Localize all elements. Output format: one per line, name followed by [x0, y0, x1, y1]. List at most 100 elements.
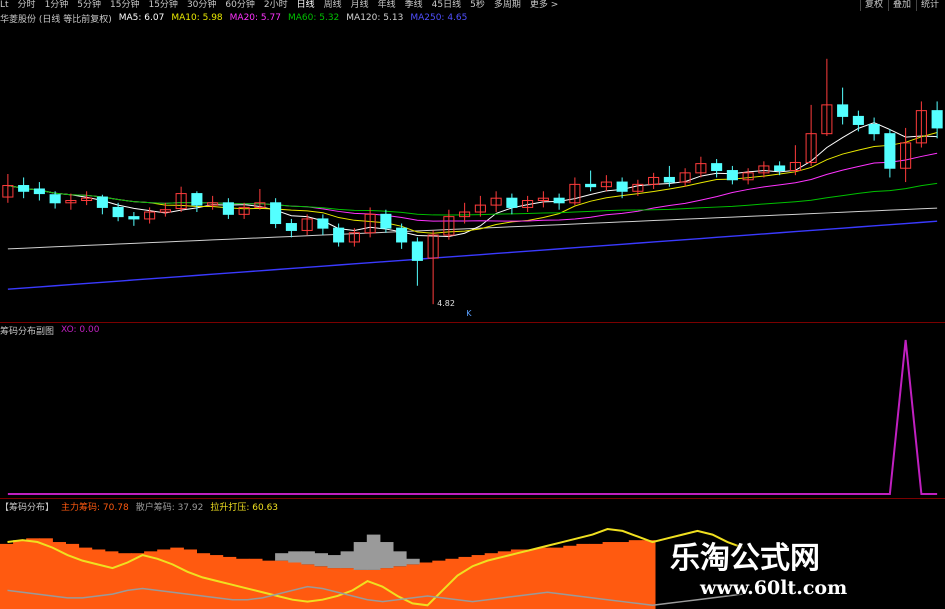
retail-chip-bar — [288, 551, 302, 563]
candle-body — [837, 104, 849, 117]
candlestick-chart[interactable]: 4.82 K — [0, 24, 945, 322]
watermark-url: www.60lt.com — [700, 577, 848, 599]
pane2-legend: 筹码分布副图 XO: 0.00 — [0, 324, 106, 337]
tab-2[interactable]: 1分钟 — [45, 0, 69, 11]
main-chip-bar — [576, 543, 590, 609]
tab-13[interactable]: 季线 — [405, 0, 423, 11]
ma250-label: MA250: 4.65 — [410, 13, 468, 23]
tab-15[interactable]: 5秒 — [470, 0, 485, 11]
main-chip-bar — [183, 549, 197, 609]
main-chip-bar — [550, 547, 564, 609]
tab-6[interactable]: 30分钟 — [187, 0, 216, 11]
main-chip-bar — [13, 540, 27, 609]
candle-body — [774, 165, 786, 172]
main-chip-bar — [445, 558, 459, 609]
xo-label: XO: 0.00 — [61, 325, 100, 335]
candle-body — [553, 197, 565, 204]
stats-button[interactable]: 统计 — [916, 0, 943, 11]
main-chip-bar — [78, 547, 93, 609]
main-chip-bar — [91, 549, 106, 609]
xo-line — [7, 339, 938, 495]
retail-chip-bar — [406, 558, 420, 565]
candle-body — [49, 194, 61, 204]
breakout-label: 拉升打压: 60.63 — [210, 502, 279, 513]
candle-body — [270, 202, 282, 225]
main-chip-bar — [262, 560, 276, 609]
retail-chip-bar — [301, 551, 315, 565]
main-chip-bar — [641, 540, 656, 609]
tab-5[interactable]: 15分钟 — [148, 0, 177, 11]
main-chip-label: 主力筹码: 70.78 — [61, 502, 129, 513]
main-chip-bar — [248, 558, 263, 609]
main-chip-bar — [235, 558, 250, 609]
ma10-line — [7, 132, 938, 234]
main-chip-bar — [104, 551, 119, 609]
tab-1[interactable]: 分时 — [18, 0, 36, 11]
main-chip-bar — [196, 553, 211, 609]
main-chip-bar — [39, 538, 53, 609]
main-chip-bar — [432, 560, 446, 609]
tab-7[interactable]: 60分钟 — [225, 0, 254, 11]
tab-12[interactable]: 年线 — [378, 0, 396, 11]
candle-body — [506, 197, 518, 208]
candle-body — [868, 123, 880, 135]
candle-body — [884, 133, 896, 169]
ma20-label: MA20: 5.77 — [229, 13, 281, 23]
tab-4[interactable]: 15分钟 — [110, 0, 139, 11]
tab-8[interactable]: 2小时 — [264, 0, 288, 11]
retail-chip-bar — [393, 551, 407, 567]
main-chip-bar — [170, 547, 184, 609]
ma60-label: MA60: 5.32 — [287, 13, 340, 23]
xo-indicator-chart[interactable] — [0, 336, 945, 498]
watermark-title: 乐淘公式网 — [670, 541, 820, 576]
candle-body — [726, 170, 738, 181]
candle-body — [663, 176, 675, 183]
low-price-label: 4.82 — [437, 299, 455, 308]
retail-chip-bar — [327, 555, 342, 569]
main-chip-bar — [393, 566, 407, 609]
main-chip-bar — [52, 542, 66, 609]
candle-body — [191, 193, 203, 206]
candle-body — [411, 241, 423, 261]
candle-body — [112, 206, 124, 218]
overlay-button[interactable]: 叠加 — [888, 0, 915, 11]
main-chip-bar — [327, 568, 342, 609]
tab-17[interactable]: 更多 > — [530, 0, 558, 11]
ma5-label: MA5: 6.07 — [118, 13, 165, 23]
main-chip-bar — [65, 543, 80, 609]
retail-chip-label: 散户筹码: 37.92 — [135, 502, 204, 513]
candle-body — [128, 216, 140, 220]
tab-11[interactable]: 月线 — [351, 0, 369, 11]
candle-body — [222, 202, 234, 215]
tab-16[interactable]: 多周期 — [494, 0, 521, 11]
retail-chip-bar — [340, 551, 355, 569]
retail-chip-bar — [314, 553, 328, 567]
tab-10[interactable]: 周线 — [324, 0, 342, 11]
main-chip-bar — [340, 568, 355, 609]
candle-body — [333, 227, 345, 243]
main-chip-bar — [615, 542, 630, 609]
tab-9[interactable]: 日线 — [297, 0, 315, 11]
ma20-line — [7, 152, 938, 222]
ma250-line — [7, 220, 938, 290]
main-chip-bar — [26, 538, 40, 609]
main-chip-bar — [131, 553, 145, 609]
tab-3[interactable]: 5分钟 — [77, 0, 101, 11]
main-chip-bar — [288, 562, 302, 609]
candle-body — [96, 196, 108, 208]
main-chip-bar — [524, 549, 538, 609]
fuquan-button[interactable]: 复权 — [860, 0, 887, 11]
period-toolbar: Lt 分时 1分钟 5分钟 15分钟 15分钟 30分钟 60分钟 2小时 日线 周线 月线 年线 季线 4… — [0, 0, 945, 11]
main-chip-bar — [497, 551, 512, 609]
pane3-title: 【筹码分布】 — [0, 502, 55, 513]
candle-body — [585, 183, 597, 188]
tab-14[interactable]: 45日线 — [432, 0, 461, 11]
ma120-line — [7, 207, 938, 250]
pane-divider — [0, 322, 945, 323]
main-legend: 华菱股份 (日线 等比前复权) MA5: 6.07 MA10: 5.98 MA2… — [0, 12, 474, 25]
candle-body — [852, 115, 864, 125]
stock-name: 华菱股份 (日线 等比前复权) — [0, 14, 112, 25]
tab-0[interactable]: Lt — [0, 0, 9, 11]
main-chip-bar — [144, 551, 158, 609]
candle-body — [711, 163, 723, 172]
